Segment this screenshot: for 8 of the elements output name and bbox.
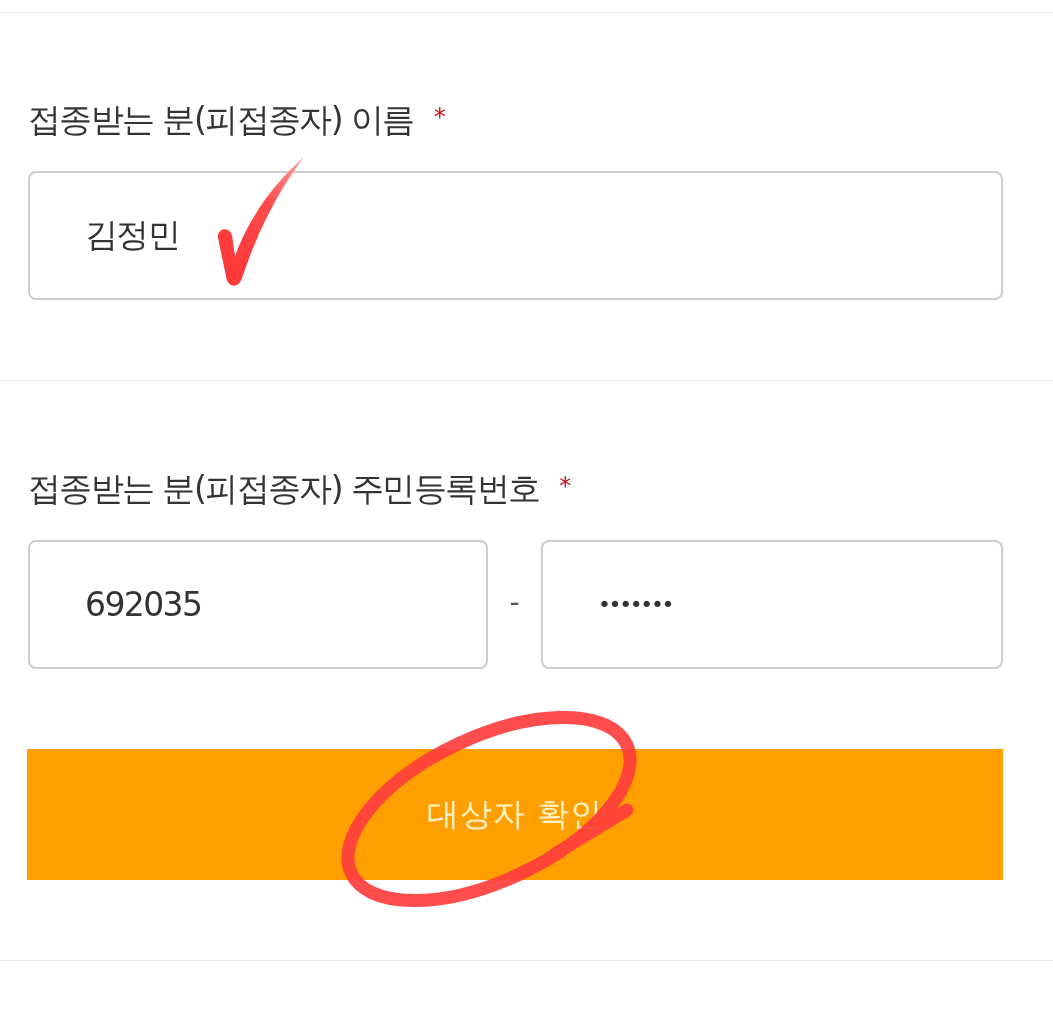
required-mark: * [433,103,446,131]
required-mark: * [559,472,572,500]
input-field[interactable]: 김정민 [28,171,1003,300]
field-label: 접종받는 분(피접종자) 주민등록번호 [28,468,540,510]
separator-dash: - [509,584,520,621]
input-field[interactable]: ••••••• [541,540,1003,669]
field-label: 접종받는 분(피접종자) 이름 [28,99,414,141]
input-field[interactable]: 692035 [28,540,488,669]
